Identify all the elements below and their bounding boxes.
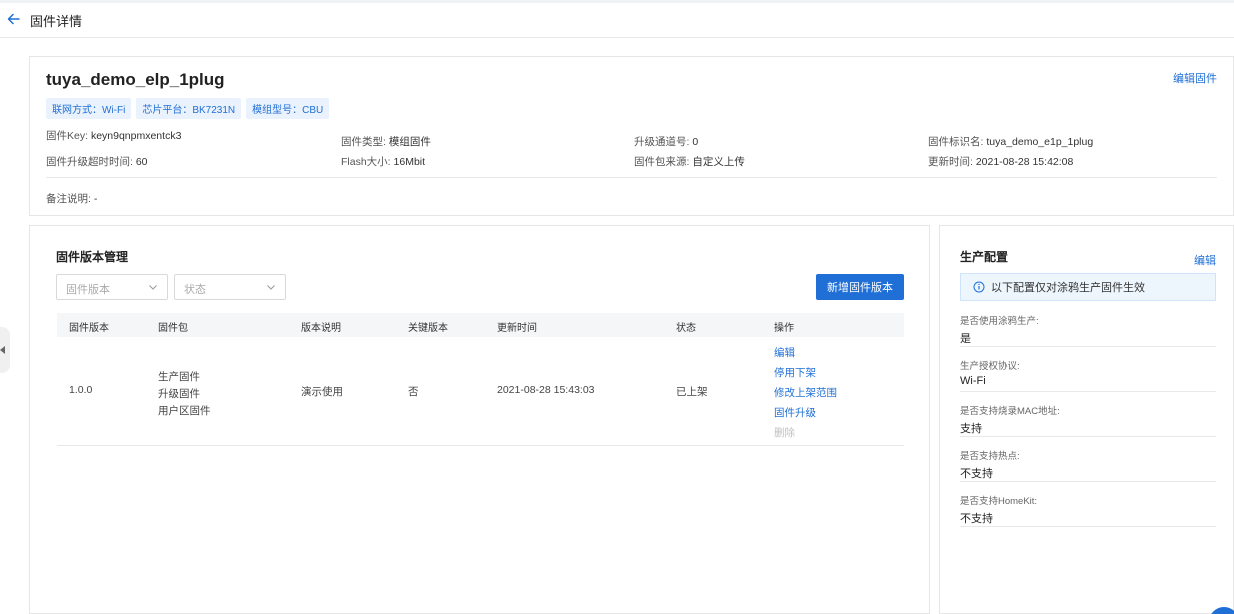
production-config-title: 生产配置 <box>960 250 1009 264</box>
tag-network: 联网方式：Wi-Fi <box>46 98 132 119</box>
info-divider <box>46 177 1217 178</box>
firmware-key: 固件Key: keyn9qnpmxentck3 <box>46 128 181 143</box>
column-header-status: 状态 <box>676 323 696 334</box>
upgrade-timeout-label: 固件升级超时时间: <box>46 156 136 168</box>
field-value: 不支持 <box>960 468 993 480</box>
update-time: 更新时间: 2021-08-28 15:42:08 <box>928 154 1073 169</box>
package-source-value: 自定义上传 <box>692 156 745 168</box>
field-value: 不支持 <box>960 513 993 525</box>
package-user-area: 用户区固件 <box>158 405 211 417</box>
production-config-card: 生产配置 编辑 以下配置仅对涂鸦生产固件生效 是否使用涂鸦生产: 是 生产授权协… <box>939 225 1234 614</box>
update-time-value: 2021-08-28 15:42:08 <box>975 156 1074 168</box>
cell-description: 演示使用 <box>301 386 343 398</box>
field-homekit: 是否支持HomeKit: 不支持 <box>960 493 1216 527</box>
field-value: 支持 <box>960 423 982 435</box>
cell-updated: 2021-08-28 15:43:03 <box>497 384 595 396</box>
status-filter-select[interactable]: 状态 <box>174 274 286 300</box>
package-source: 固件包来源: 自定义上传 <box>634 154 745 169</box>
info-circle-icon <box>973 281 985 293</box>
chevron-down-icon <box>266 282 276 292</box>
version-management-card: 固件版本管理 固件版本 状态 新增固件版本 固件版本 固件包 版本说明 关键版本… <box>29 225 930 614</box>
upgrade-channel-value: 0 <box>692 136 699 148</box>
firmware-key-value: keyn9qnpmxentck3 <box>90 130 182 142</box>
caret-left-icon <box>0 346 5 354</box>
column-header-actions: 操作 <box>774 323 794 334</box>
field-label: 是否支持烧录MAC地址: <box>960 406 1060 417</box>
tag-chip-platform: 芯片平台：BK7231N <box>136 98 242 119</box>
upgrade-channel: 升级通道号: 0 <box>634 134 698 149</box>
version-filter-select[interactable]: 固件版本 <box>56 274 168 300</box>
firmware-name: tuya_demo_elp_1plug <box>46 70 225 89</box>
firmware-identifier: 固件标识名: tuya_demo_e1p_1plug <box>928 134 1093 149</box>
firmware-info-card: tuya_demo_elp_1plug 编辑固件 联网方式：Wi-Fi 芯片平台… <box>29 56 1234 216</box>
firmware-upgrade-link[interactable]: 固件升级 <box>774 405 837 420</box>
edit-version-link[interactable]: 编辑 <box>774 345 837 360</box>
table-header: 固件版本 固件包 版本说明 关键版本 更新时间 状态 操作 <box>57 313 904 337</box>
package-production: 生产固件 <box>158 371 200 383</box>
column-header-key-version: 关键版本 <box>408 323 448 334</box>
chevron-down-icon <box>148 282 158 292</box>
tag-module-model: 模组型号：CBU <box>246 98 330 119</box>
cell-version: 1.0.0 <box>69 384 93 396</box>
field-hotspot: 是否支持热点: 不支持 <box>960 448 1216 482</box>
status-filter-placeholder: 状态 <box>184 284 206 296</box>
column-header-version: 固件版本 <box>69 323 109 334</box>
version-management-title: 固件版本管理 <box>56 250 129 264</box>
page-header: 固件详情 <box>0 3 1234 38</box>
firmware-tags: 联网方式：Wi-Fi 芯片平台：BK7231N 模组型号：CBU <box>46 98 330 119</box>
upgrade-timeout-value: 60 <box>135 156 148 168</box>
firmware-type: 固件类型: 模组固件 <box>341 134 431 149</box>
field-auth-protocol: 生产授权协议: Wi-Fi <box>960 358 1216 392</box>
column-header-updated: 更新时间 <box>497 323 537 334</box>
cell-key-version: 否 <box>408 386 419 398</box>
delete-version-link: 删除 <box>774 427 795 439</box>
cell-status: 已上架 <box>676 386 708 398</box>
flash-size-label: Flash大小: <box>341 156 394 168</box>
arrow-left-icon[interactable] <box>6 11 22 27</box>
field-burn-mac: 是否支持烧录MAC地址: 支持 <box>960 403 1216 437</box>
production-notice-text: 以下配置仅对涂鸦生产固件生效 <box>991 282 1145 294</box>
column-header-description: 版本说明 <box>301 323 341 334</box>
package-upgrade: 升级固件 <box>158 388 200 400</box>
field-value: Wi-Fi <box>960 375 986 387</box>
remark-value: - <box>93 193 98 205</box>
field-label: 是否支持热点: <box>960 451 1020 462</box>
table-row: 1.0.0 生产固件 升级固件 用户区固件 演示使用 否 2021-08-28 … <box>57 337 904 446</box>
column-header-package: 固件包 <box>158 323 188 334</box>
edit-firmware-link[interactable]: 编辑固件 <box>1173 70 1217 86</box>
firmware-key-label: 固件Key: <box>46 130 91 142</box>
sidebar-collapse-tab[interactable] <box>0 327 10 373</box>
modify-release-scope-link[interactable]: 修改上架范围 <box>774 385 837 400</box>
flash-size-value: 16Mbit <box>393 156 426 168</box>
package-source-label: 固件包来源: <box>634 156 693 168</box>
firmware-identifier-label: 固件标识名: <box>928 136 987 148</box>
field-label: 生产授权协议: <box>960 361 1020 372</box>
version-filter-placeholder: 固件版本 <box>66 284 110 296</box>
field-label: 是否支持HomeKit: <box>960 496 1038 507</box>
row-actions: 编辑 停用下架 修改上架范围 固件升级 删除 <box>774 345 837 440</box>
update-time-label: 更新时间: <box>928 156 976 168</box>
firmware-identifier-value: tuya_demo_e1p_1plug <box>986 136 1094 148</box>
page-title: 固件详情 <box>30 14 83 29</box>
edit-production-link[interactable]: 编辑 <box>1194 252 1216 268</box>
remark: 备注说明: - <box>46 191 97 206</box>
field-label: 是否使用涂鸦生产: <box>960 316 1039 327</box>
upgrade-channel-label: 升级通道号: <box>634 136 693 148</box>
upgrade-timeout: 固件升级超时时间: 60 <box>46 154 148 169</box>
disable-version-link[interactable]: 停用下架 <box>774 365 837 380</box>
field-value: 是 <box>960 333 971 345</box>
cell-packages: 生产固件 升级固件 用户区固件 <box>158 369 211 418</box>
flash-size: Flash大小: 16Mbit <box>341 154 425 169</box>
firmware-type-value: 模组固件 <box>388 136 431 148</box>
field-use-tuya-production: 是否使用涂鸦生产: 是 <box>960 313 1216 347</box>
add-firmware-version-button[interactable]: 新增固件版本 <box>816 274 904 300</box>
remark-label: 备注说明: <box>46 193 94 205</box>
firmware-type-label: 固件类型: <box>341 136 389 148</box>
production-notice: 以下配置仅对涂鸦生产固件生效 <box>960 273 1216 301</box>
